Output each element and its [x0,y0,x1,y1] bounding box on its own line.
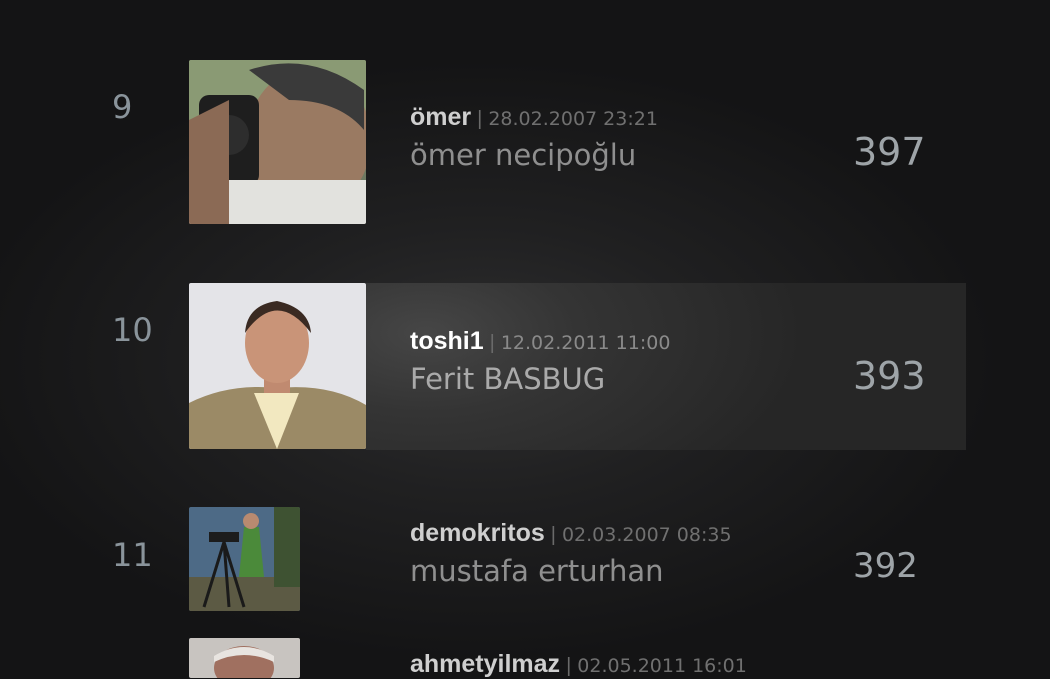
username-link[interactable]: ömer [410,103,471,131]
rank-number: 9 [112,88,133,126]
score: 397 [853,130,926,174]
post-date: 12.02.2011 11:00 [500,332,671,354]
score: 393 [853,354,926,398]
portrait-photo [189,283,366,449]
rank-number: 11 [112,536,153,574]
rank-number: 10 [112,311,153,349]
separator: | [566,655,572,677]
post-date: 28.02.2007 23:21 [488,108,658,130]
username-link[interactable]: ahmetyilmaz [410,650,560,678]
post-date: 02.03.2007 08:35 [561,524,732,546]
username-link[interactable]: demokritos [410,519,545,547]
username-link[interactable]: toshi1 [410,327,484,355]
photographer-tripod-photo [189,507,300,611]
separator: | [489,332,495,354]
separator: | [477,108,483,130]
avatar[interactable] [189,60,366,224]
separator: | [550,524,556,546]
post-date: 02.05.2011 16:01 [577,655,747,677]
real-name: ömer necipoğlu [410,138,637,172]
user-photo [189,638,300,678]
real-name: mustafa erturhan [410,554,664,588]
score: 392 [853,546,918,586]
avatar[interactable] [189,507,300,611]
real-name: Ferit BASBUG [410,362,606,396]
avatar[interactable] [189,638,300,678]
photographer-photo [189,60,366,224]
avatar[interactable] [189,283,366,449]
